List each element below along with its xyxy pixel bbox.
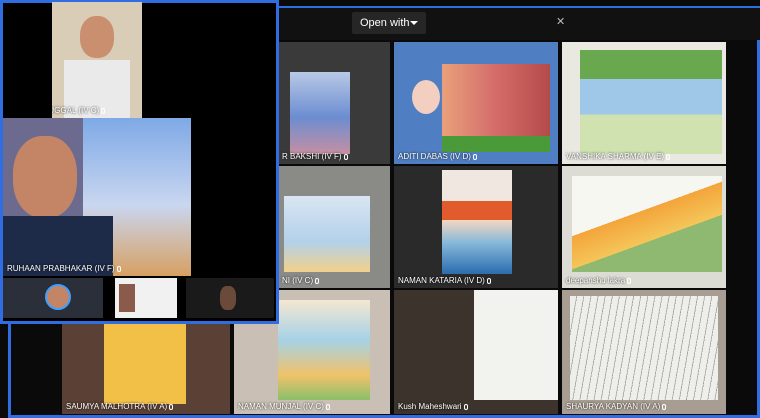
avatar bbox=[220, 286, 236, 310]
participant-face bbox=[80, 16, 114, 58]
drawing-image bbox=[278, 300, 370, 400]
drawing-image bbox=[572, 176, 722, 272]
mic-icon bbox=[666, 153, 671, 160]
participant-name: R BAKSHI (IV F) bbox=[282, 152, 348, 161]
chevron-down-icon bbox=[410, 21, 418, 25]
mic-icon bbox=[343, 153, 348, 160]
avatar bbox=[45, 284, 71, 310]
participant-tile-saumya-malhotra[interactable]: SAUMYA MALHOTRA (IV A) bbox=[62, 324, 230, 414]
participant-tile-naman-kataria[interactable]: NAMAN KATARIA (IV D) bbox=[394, 166, 558, 288]
participant-tile-gavisht-duggal[interactable]: GAVISHT DUGGAL (IV C) bbox=[52, 2, 142, 118]
participant-name: NAMAN KATARIA (IV D) bbox=[398, 276, 491, 285]
participant-name: ADITI DABAS (IV D) bbox=[398, 152, 477, 161]
open-with-label: Open with bbox=[360, 17, 410, 29]
participant-tile-deepanshu-lakra[interactable]: deepanshu lakra bbox=[562, 166, 726, 288]
drawing-image bbox=[442, 170, 512, 274]
participant-name: deepanshu lakra bbox=[566, 276, 632, 285]
participant-tile-kush-maheshwari[interactable]: Kush Maheshwari bbox=[394, 290, 558, 414]
participant-name: NAMAN MUNJAL (IV C) bbox=[238, 402, 330, 411]
participant-name: Kush Maheshwari bbox=[398, 402, 468, 411]
drawing-image bbox=[442, 64, 550, 152]
mic-icon bbox=[116, 265, 121, 272]
participant-tile-vanshika-sharma[interactable]: VANSHIKA SHARMA (IV E) bbox=[562, 42, 726, 164]
participant-tile-shaurya-kadyan[interactable]: SHAURYA KADYAN (IV A) bbox=[562, 290, 726, 414]
drawing-image bbox=[284, 196, 370, 272]
participant-tile-ni[interactable]: NI (IV C) bbox=[278, 166, 390, 288]
drawing-image bbox=[104, 324, 186, 404]
drawing-image bbox=[570, 296, 718, 400]
mic-icon bbox=[101, 107, 106, 114]
drawing-image bbox=[474, 290, 558, 400]
drawing-image bbox=[580, 50, 722, 154]
participant-tile-aditi-dabas[interactable]: ADITI DABAS (IV D) bbox=[394, 42, 558, 164]
filmstrip-tile-1[interactable] bbox=[3, 278, 103, 318]
participant-name: RUHAAN PRABHAKAR (IV F) bbox=[7, 264, 121, 273]
close-icon[interactable]: ✕ bbox=[556, 15, 565, 28]
mic-icon bbox=[463, 403, 468, 410]
top-bar bbox=[278, 8, 760, 40]
participant-name: VANSHIKA SHARMA (IV E) bbox=[566, 152, 671, 161]
mic-icon bbox=[486, 277, 491, 284]
participant-face bbox=[13, 136, 77, 218]
mic-icon bbox=[315, 277, 320, 284]
avatar bbox=[119, 284, 135, 312]
participant-name: SHAURYA KADYAN (IV A) bbox=[566, 402, 667, 411]
mic-icon bbox=[472, 153, 477, 160]
open-with-button[interactable]: Open with bbox=[352, 12, 426, 34]
participant-tile-ruhaan-prabhakar[interactable]: RUHAAN PRABHAKAR (IV F) bbox=[3, 118, 191, 276]
participant-face bbox=[412, 80, 440, 114]
mic-icon bbox=[627, 277, 632, 284]
filmstrip-tile-2[interactable] bbox=[115, 278, 177, 318]
drawing-image bbox=[290, 72, 350, 154]
participant-name: GAVISHT DUGGAL (IV C) bbox=[52, 106, 106, 115]
participant-name: NI (IV C) bbox=[282, 276, 320, 285]
mic-icon bbox=[169, 403, 174, 410]
participant-tile-r-bakshi[interactable]: R BAKSHI (IV F) bbox=[278, 42, 390, 164]
mic-icon bbox=[662, 403, 667, 410]
participant-name: SAUMYA MALHOTRA (IV A) bbox=[66, 402, 174, 411]
mic-icon bbox=[325, 403, 330, 410]
filmstrip-tile-3[interactable] bbox=[186, 278, 274, 318]
